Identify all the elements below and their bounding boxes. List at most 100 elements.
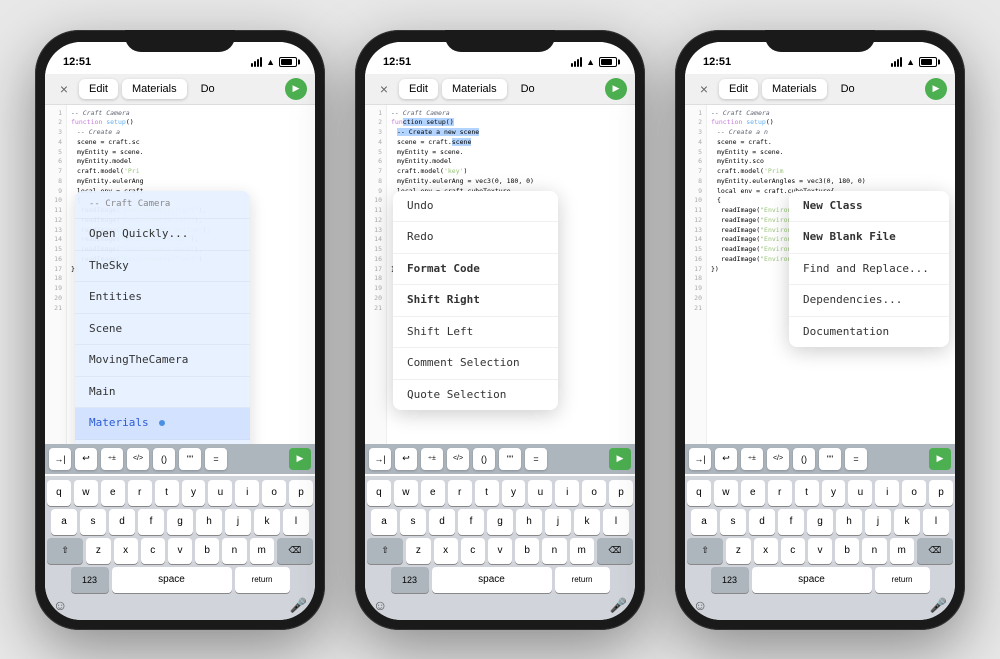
mic-icon-3[interactable]: 🎤	[930, 597, 947, 614]
quote-selection-item[interactable]: Quote Selection	[393, 380, 558, 411]
emoji-icon-3[interactable]: ☺	[693, 597, 707, 614]
key-t[interactable]: t	[155, 480, 179, 506]
key-y-2[interactable]: y	[502, 480, 526, 506]
paren-btn-2[interactable]: ()	[473, 448, 495, 470]
panel-item-materials[interactable]: Materials	[75, 408, 250, 440]
key-i-2[interactable]: i	[555, 480, 579, 506]
key-x[interactable]: x	[114, 538, 138, 564]
key-j[interactable]: j	[225, 509, 251, 535]
play-button-2[interactable]: ▶	[605, 78, 627, 100]
key-t-2[interactable]: t	[475, 480, 499, 506]
key-d[interactable]: d	[109, 509, 135, 535]
quote-btn[interactable]: ""	[179, 448, 201, 470]
key-z[interactable]: z	[86, 538, 110, 564]
tag-btn[interactable]: </>	[127, 448, 149, 470]
key-m[interactable]: m	[250, 538, 274, 564]
key-space-3[interactable]: space	[752, 567, 872, 593]
key-backspace[interactable]: ⌫	[277, 538, 313, 564]
indent-btn-2[interactable]: →|	[369, 448, 391, 470]
edit-button-3[interactable]: Edit	[719, 79, 758, 99]
tag-btn-2[interactable]: </>	[447, 448, 469, 470]
key-n[interactable]: n	[222, 538, 246, 564]
key-r-3[interactable]: r	[768, 480, 792, 506]
undo-btn-2[interactable]: ↩	[395, 448, 417, 470]
key-n-3[interactable]: n	[862, 538, 886, 564]
key-return-3[interactable]: return	[875, 567, 930, 593]
key-s-2[interactable]: s	[400, 509, 426, 535]
emoji-icon-1[interactable]: ☺	[53, 597, 67, 614]
key-a-3[interactable]: a	[691, 509, 717, 535]
redo-item[interactable]: Redo	[393, 222, 558, 254]
key-123-3[interactable]: 123	[711, 567, 749, 593]
key-p[interactable]: p	[289, 480, 313, 506]
panel-item-movingthecamera[interactable]: MovingTheCamera	[75, 345, 250, 377]
panel-item-thesky[interactable]: TheSky	[75, 251, 250, 283]
new-blank-file-item[interactable]: New Blank File	[789, 222, 949, 254]
key-b-2[interactable]: b	[515, 538, 539, 564]
key-z-2[interactable]: z	[406, 538, 430, 564]
undo-btn[interactable]: ↩	[75, 448, 97, 470]
key-space[interactable]: space	[112, 567, 232, 593]
comment-selection-item[interactable]: Comment Selection	[393, 348, 558, 380]
materials-button-3[interactable]: Materials	[762, 79, 827, 99]
key-b[interactable]: b	[195, 538, 219, 564]
key-u-3[interactable]: u	[848, 480, 872, 506]
key-space-2[interactable]: space	[432, 567, 552, 593]
key-c[interactable]: c	[141, 538, 165, 564]
format-code-item[interactable]: Format Code	[393, 254, 558, 286]
play-button-3[interactable]: ▶	[925, 78, 947, 100]
edit-button-1[interactable]: Edit	[79, 79, 118, 99]
key-y-3[interactable]: y	[822, 480, 846, 506]
key-w[interactable]: w	[74, 480, 98, 506]
key-backspace-3[interactable]: ⌫	[917, 538, 953, 564]
kb-play-btn-3[interactable]: ▶	[929, 448, 951, 470]
kb-play-btn-2[interactable]: ▶	[609, 448, 631, 470]
key-k[interactable]: k	[254, 509, 280, 535]
key-h-3[interactable]: h	[836, 509, 862, 535]
key-j-3[interactable]: j	[865, 509, 891, 535]
find-replace-item[interactable]: Find and Replace...	[789, 254, 949, 286]
key-c-3[interactable]: c	[781, 538, 805, 564]
do-button-3[interactable]: Do	[831, 79, 865, 99]
key-u[interactable]: u	[208, 480, 232, 506]
new-class-item[interactable]: New Class	[789, 191, 949, 223]
key-u-2[interactable]: u	[528, 480, 552, 506]
key-p-2[interactable]: p	[609, 480, 633, 506]
documentation-item[interactable]: Documentation	[789, 317, 949, 348]
equals-btn[interactable]: =	[205, 448, 227, 470]
key-l-2[interactable]: l	[603, 509, 629, 535]
key-q-2[interactable]: q	[367, 480, 391, 506]
key-shift-3[interactable]: ⇧	[687, 538, 723, 564]
emoji-icon-2[interactable]: ☺	[373, 597, 387, 614]
key-f[interactable]: f	[138, 509, 164, 535]
panel-item-scene[interactable]: Scene	[75, 314, 250, 346]
quote-btn-2[interactable]: ""	[499, 448, 521, 470]
key-x-3[interactable]: x	[754, 538, 778, 564]
panel-item-open-quickly[interactable]: Open Quickly...	[75, 219, 250, 251]
key-w-3[interactable]: w	[714, 480, 738, 506]
key-n-2[interactable]: n	[542, 538, 566, 564]
ops-btn-3[interactable]: ÷±	[741, 448, 763, 470]
equals-btn-3[interactable]: =	[845, 448, 867, 470]
key-d-2[interactable]: d	[429, 509, 455, 535]
key-e[interactable]: e	[101, 480, 125, 506]
tag-btn-3[interactable]: </>	[767, 448, 789, 470]
mic-icon-1[interactable]: 🎤	[290, 597, 307, 614]
key-g-3[interactable]: g	[807, 509, 833, 535]
key-v-3[interactable]: v	[808, 538, 832, 564]
ops-btn-2[interactable]: ÷±	[421, 448, 443, 470]
paren-btn-3[interactable]: ()	[793, 448, 815, 470]
key-k-2[interactable]: k	[574, 509, 600, 535]
key-shift[interactable]: ⇧	[47, 538, 83, 564]
indent-btn[interactable]: →|	[49, 448, 71, 470]
key-123[interactable]: 123	[71, 567, 109, 593]
key-o[interactable]: o	[262, 480, 286, 506]
key-r-2[interactable]: r	[448, 480, 472, 506]
key-q[interactable]: q	[47, 480, 71, 506]
materials-button-2[interactable]: Materials	[442, 79, 507, 99]
key-shift-2[interactable]: ⇧	[367, 538, 403, 564]
key-p-3[interactable]: p	[929, 480, 953, 506]
shift-left-item[interactable]: Shift Left	[393, 317, 558, 349]
key-k-3[interactable]: k	[894, 509, 920, 535]
key-v[interactable]: v	[168, 538, 192, 564]
